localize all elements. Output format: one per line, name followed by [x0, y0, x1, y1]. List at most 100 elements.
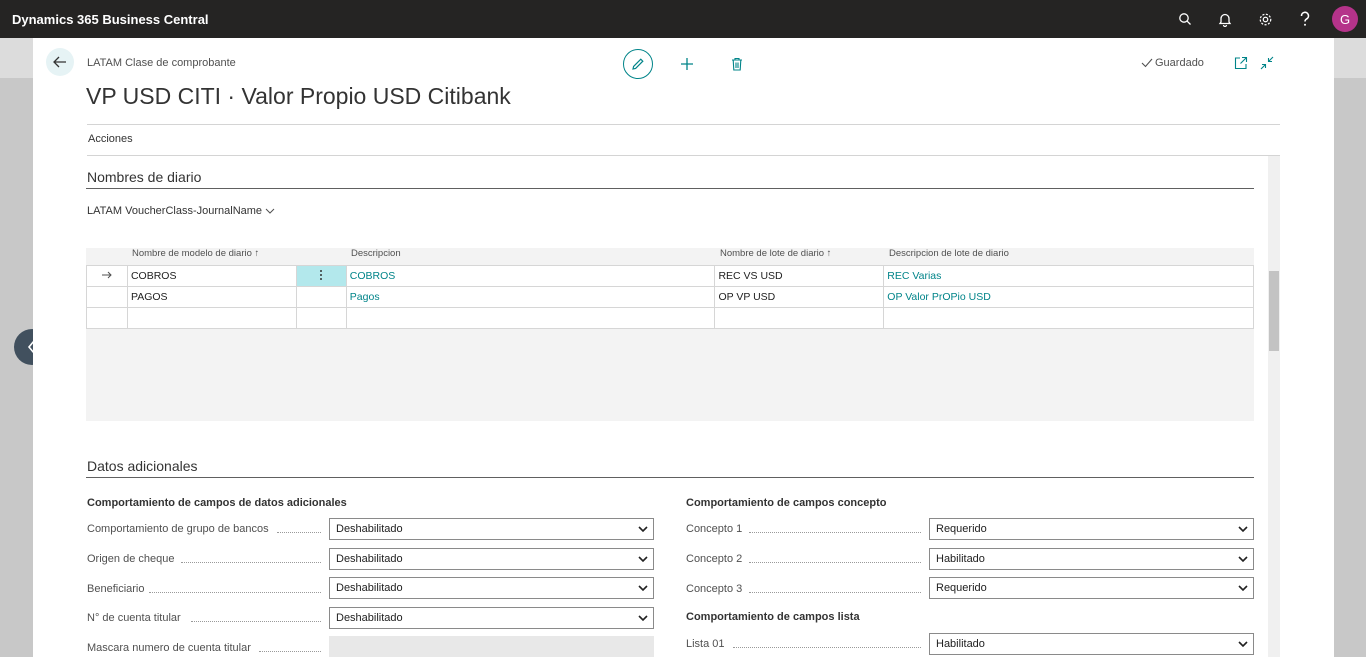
chevron-down-icon: [265, 208, 275, 214]
journal-grid: COBROS COBROS REC VS USD REC Varias PAGO…: [86, 265, 1254, 329]
field-label-list-01: Lista 01: [686, 638, 725, 650]
collapse-icon[interactable]: [1259, 55, 1275, 71]
plus-icon: [681, 58, 693, 70]
row-indicator: [86, 307, 128, 329]
search-icon[interactable]: [1165, 0, 1205, 38]
leader-dots: [733, 647, 921, 648]
row-menu-cell[interactable]: [295, 307, 347, 329]
row-menu-cell[interactable]: [295, 286, 347, 308]
chevron-down-icon: [1238, 641, 1248, 648]
leader-dots: [149, 592, 321, 593]
leader-dots: [181, 562, 321, 563]
cell-description[interactable]: COBROS: [345, 265, 716, 287]
leader-dots: [259, 651, 321, 652]
arrow-right-icon: [101, 271, 112, 279]
chevron-down-icon: [638, 556, 648, 563]
cell-template[interactable]: [126, 307, 297, 329]
breadcrumb: LATAM Clase de comprobante: [87, 57, 236, 69]
column-header-template[interactable]: Nombre de modelo de diario ↑: [132, 248, 259, 266]
pencil-icon: [632, 58, 644, 70]
actions-menu[interactable]: Acciones: [88, 133, 133, 145]
app-title[interactable]: Dynamics 365 Business Central: [12, 12, 209, 27]
table-row[interactable]: PAGOS Pagos OP VP USD OP Valor PrOPio US…: [86, 286, 1254, 308]
cell-batch[interactable]: REC VS USD: [714, 265, 885, 287]
list-group-title: Comportamiento de campos lista: [686, 611, 860, 623]
leader-dots: [191, 621, 321, 622]
holder-account-select[interactable]: Deshabilitado: [329, 607, 654, 629]
list-01-select[interactable]: Habilitado: [929, 633, 1254, 655]
concept-2-select[interactable]: Habilitado: [929, 548, 1254, 570]
scrollbar-track[interactable]: [1268, 156, 1280, 657]
additional-section-title[interactable]: Datos adicionales: [87, 458, 198, 474]
left-group-title: Comportamiento de campos de datos adicio…: [87, 497, 347, 509]
concept-3-select[interactable]: Requerido: [929, 577, 1254, 599]
bank-group-select[interactable]: Deshabilitado: [329, 518, 654, 540]
journal-list-name[interactable]: LATAM VoucherClass-JournalName: [87, 205, 275, 217]
row-menu-button[interactable]: [295, 265, 347, 287]
field-label-bank-group: Comportamiento de grupo de bancos: [87, 523, 269, 535]
cell-batch[interactable]: [714, 307, 885, 329]
chevron-down-icon: [638, 585, 648, 592]
delete-button[interactable]: [727, 54, 747, 74]
beneficiary-select[interactable]: Deshabilitado: [329, 577, 654, 599]
cell-template[interactable]: PAGOS: [126, 286, 297, 308]
saved-label: Guardado: [1155, 57, 1204, 69]
column-header-batch[interactable]: Nombre de lote de diario ↑: [720, 248, 831, 266]
cell-batch-description[interactable]: [883, 307, 1254, 329]
concept-1-select[interactable]: Requerido: [929, 518, 1254, 540]
journal-section-title[interactable]: Nombres de diario: [87, 169, 201, 185]
arrow-left-icon: [53, 56, 66, 68]
cell-description[interactable]: Pagos: [345, 286, 716, 308]
edit-button[interactable]: [623, 49, 653, 79]
row-indicator: [86, 286, 128, 308]
cell-batch-description[interactable]: OP Valor PrOPio USD: [883, 286, 1254, 308]
back-button[interactable]: [46, 48, 74, 76]
field-label-check-origin: Origen de cheque: [87, 553, 175, 565]
field-label-holder-account: N° de cuenta titular: [87, 612, 181, 624]
chevron-down-icon: [638, 615, 648, 622]
help-icon[interactable]: [1285, 0, 1325, 38]
saved-status: Guardado: [1141, 57, 1204, 69]
field-label-concept-2: Concepto 2: [686, 553, 743, 565]
additional-section-underline: [86, 477, 1254, 478]
more-vertical-icon: [320, 269, 323, 280]
chevron-down-icon: [1238, 526, 1248, 533]
field-label-concept-3: Concepto 3: [686, 583, 743, 595]
cell-template[interactable]: COBROS: [126, 265, 297, 287]
top-bar: Dynamics 365 Business Central G: [0, 0, 1366, 38]
column-header-description[interactable]: Descripcion: [351, 248, 401, 266]
header-divider: [87, 124, 1280, 125]
new-button[interactable]: [677, 54, 697, 74]
chevron-down-icon: [1238, 585, 1248, 592]
topbar-icons: G: [1165, 0, 1366, 38]
chevron-down-icon: [638, 526, 648, 533]
leader-dots: [749, 592, 921, 593]
field-label-beneficiary: Beneficiario: [87, 583, 145, 595]
avatar[interactable]: G: [1332, 6, 1358, 32]
bell-icon[interactable]: [1205, 0, 1245, 38]
row-indicator: [86, 265, 128, 287]
leader-dots: [749, 532, 921, 533]
cell-batch-description[interactable]: REC Varias: [883, 265, 1254, 287]
column-header-batch-description[interactable]: Descripcion de lote de diario: [889, 248, 1009, 266]
actions-divider: [87, 155, 1280, 156]
scrollbar-thumb[interactable]: [1269, 271, 1279, 351]
field-label-concept-1: Concepto 1: [686, 523, 743, 535]
leader-dots: [277, 532, 321, 533]
right-group-title: Comportamiento de campos concepto: [686, 497, 887, 509]
gear-icon[interactable]: [1245, 0, 1285, 38]
field-label-account-mask: Mascara numero de cuenta titular: [87, 642, 251, 654]
table-row-empty[interactable]: [86, 307, 1254, 329]
trash-icon: [732, 57, 742, 71]
cell-batch[interactable]: OP VP USD: [714, 286, 885, 308]
card-page: LATAM Clase de comprobante VP USD CITI ·…: [33, 38, 1334, 657]
checkmark-icon: [1141, 58, 1153, 68]
cell-description[interactable]: [345, 307, 716, 329]
page-title: VP USD CITI · Valor Propio USD Citibank: [86, 83, 511, 109]
table-row[interactable]: COBROS COBROS REC VS USD REC Varias: [86, 265, 1254, 287]
account-mask-field[interactable]: [329, 636, 654, 657]
leader-dots: [749, 562, 921, 563]
journal-section-underline: [86, 188, 1254, 189]
open-new-window-icon[interactable]: [1233, 55, 1249, 71]
check-origin-select[interactable]: Deshabilitado: [329, 548, 654, 570]
